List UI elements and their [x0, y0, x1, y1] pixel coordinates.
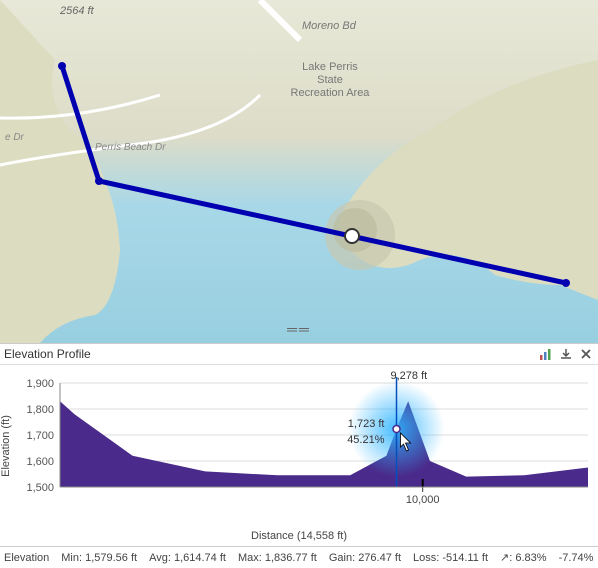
elevation-chart[interactable]: 1,500 1,600 1,700 1,800 1,900 9,278 ft 1,723 f… — [0, 365, 598, 505]
resize-grip[interactable]: ══ — [287, 321, 311, 337]
stats-avg: Avg: 1,614.74 ft — [149, 552, 226, 564]
chart-options-icon[interactable] — [538, 346, 554, 362]
svg-text:State: State — [317, 74, 343, 86]
svg-text:Perris Beach Dr: Perris Beach Dr — [95, 142, 166, 153]
panel-header: Elevation Profile — [0, 344, 598, 365]
stats-bar: Elevation Min: 1,579.56 ft Avg: 1,614.74… — [0, 546, 598, 568]
svg-text:1,500: 1,500 — [26, 482, 54, 494]
svg-text:1,800: 1,800 — [26, 404, 54, 416]
stats-max: Max: 1,836.77 ft — [238, 552, 317, 564]
svg-text:1,900: 1,900 — [26, 378, 54, 390]
svg-text:Lake Perris: Lake Perris — [302, 61, 358, 73]
svg-text:1,600: 1,600 — [26, 456, 54, 468]
panel-title: Elevation Profile — [4, 347, 91, 361]
stats-gain: Gain: 276.47 ft — [329, 552, 401, 564]
svg-text:1,700: 1,700 — [26, 430, 54, 442]
svg-text:10,000: 10,000 — [406, 494, 440, 505]
map-viewport[interactable]: 2564 ft Moreno Bd Lake Perris State Recr… — [0, 0, 598, 343]
chart-area[interactable]: Elevation (ft) 1,500 1,600 1,700 1,800 1,900… — [0, 365, 598, 526]
stats-loss: Loss: -514.11 ft — [413, 552, 488, 564]
svg-text:1,723 ft: 1,723 ft — [348, 418, 385, 430]
elevation-callout: 2564 ft — [59, 5, 95, 17]
map-svg: 2564 ft Moreno Bd Lake Perris State Recr… — [0, 0, 598, 343]
svg-text:Moreno Bd: Moreno Bd — [302, 20, 357, 32]
y-axis-label: Elevation (ft) — [0, 415, 12, 477]
elevation-profile-panel: Elevation Profile Elevation (ft) 1,5001,… — [0, 343, 598, 568]
stats-min: Min: 1,579.56 ft — [61, 552, 137, 564]
svg-text:45.21%: 45.21% — [347, 434, 385, 446]
stats-title: Elevation — [4, 552, 49, 564]
export-icon[interactable] — [558, 346, 574, 362]
svg-text:9,278 ft: 9,278 ft — [391, 370, 428, 382]
stats-up-slope: ↗: 6.83% — [500, 551, 547, 564]
svg-text:e Dr: e Dr — [5, 132, 25, 143]
stats-down-slope: -7.74% — [559, 552, 594, 564]
close-icon[interactable] — [578, 346, 594, 362]
x-axis-label: Distance (14,558 ft) — [0, 526, 598, 546]
svg-text:Recreation Area: Recreation Area — [291, 87, 371, 99]
